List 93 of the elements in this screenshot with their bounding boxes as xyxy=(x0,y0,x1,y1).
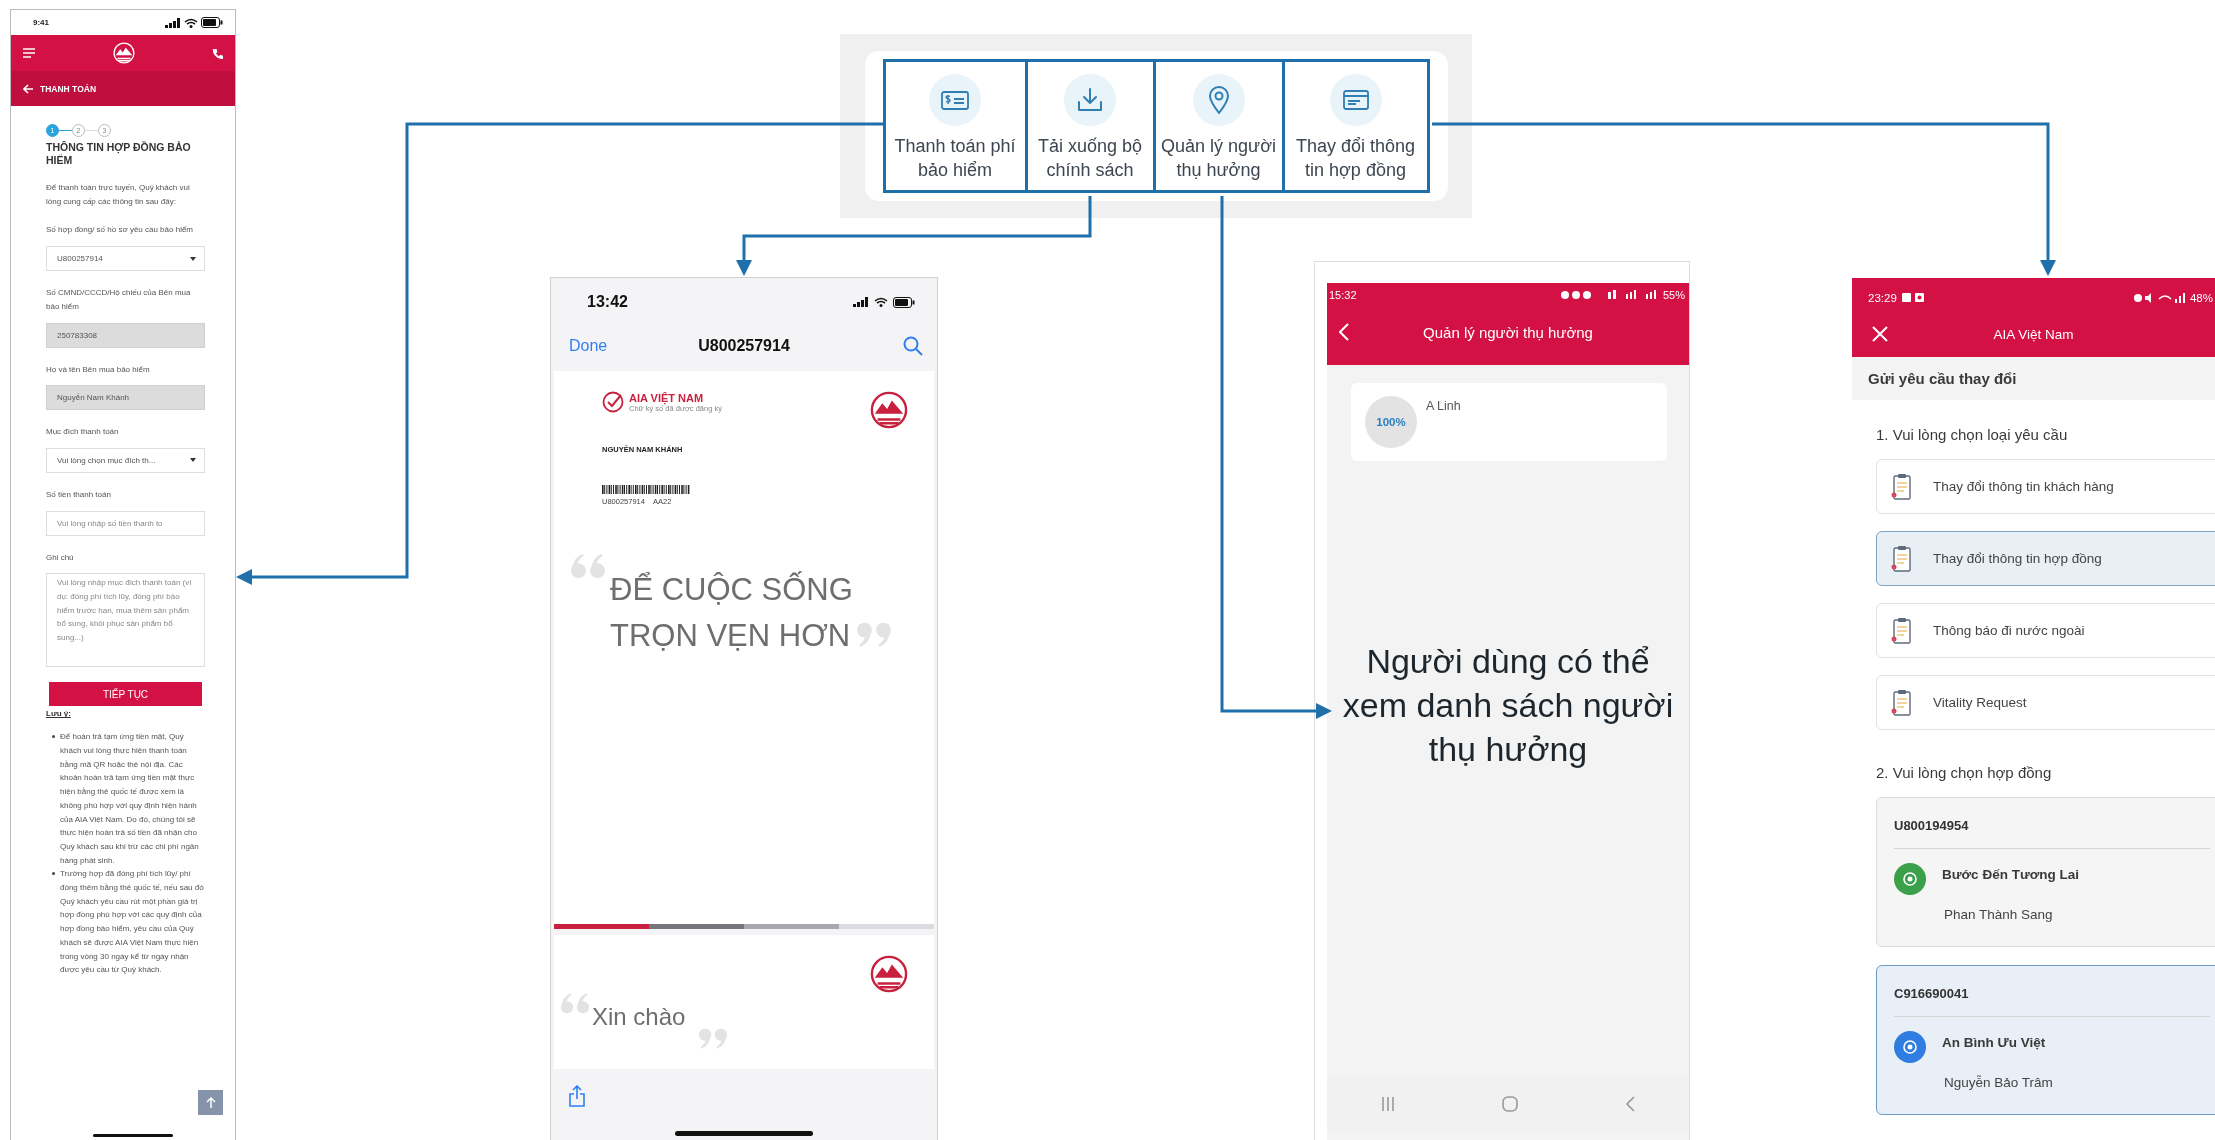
download-icon xyxy=(1077,88,1103,112)
battery-icon xyxy=(893,296,915,308)
bill-icon xyxy=(941,89,969,111)
brand-name: AIA VIỆT NAM xyxy=(629,391,705,404)
status-time: 13:42 xyxy=(587,293,628,311)
contract-number: U800194954 xyxy=(1894,817,1970,835)
field-label: Họ và tên Bên mua bảo hiểm xyxy=(46,363,151,376)
home-icon[interactable] xyxy=(1502,1096,1518,1112)
note-text: Để hoàn trả tạm ứng tiền mặt, Quý khách vui lòng thực hiện thanh toán bằng mã QR hoặc thẻ nội địa. Các khoản hoàn trả tạm ứng tiền mặt thực hiện bằng thẻ quốc tế được xem là không phù hợp với quy định hiện hành của AIA Việt Nam. Do đó, chúng tôi sẽ thực hiện hoàn trả số tiền đã nhận cho Quý khách sau khi trừ các chi phí ngân hàng phát sinh. xyxy=(60,731,200,867)
phone-icon[interactable] xyxy=(212,47,223,59)
screen-title: Quản lý người thụ hưởng xyxy=(1423,323,1593,341)
scroll-top-button[interactable] xyxy=(198,1090,223,1115)
bullet-icon xyxy=(52,872,55,876)
beneficiary-name: A Linh xyxy=(1426,399,1461,413)
product-name: An Bình Ưu Việt xyxy=(1942,1034,2046,1050)
logo-icon xyxy=(870,391,908,429)
note-text: Trường hợp đã đóng phí tích lũy/ phí đóng thêm bằng thẻ quốc tế, nếu sau đó Quý khách yêu cầu rút một phần giá trị hợp đồng phù hợp với các quy định của hợp đồng bảo hiểm, yêu cầu của Quý khách sẽ được AIA Việt Nam thực hiện trong vòng 30 ngày kể từ ngày nhận được yêu cầu từ Quý khách. xyxy=(60,868,205,977)
check-circle-icon xyxy=(602,391,624,413)
step-prompt: 2. Vui lòng chọn hợp đồng xyxy=(1876,764,2053,781)
page-title: THANH TOÁN xyxy=(40,83,97,94)
signal-icon xyxy=(853,297,869,307)
quote-mark-icon xyxy=(856,621,892,650)
step-prompt: 1. Vui lòng chọn loại yêu cầu xyxy=(1876,426,2069,443)
signal-icon xyxy=(165,17,181,28)
menu-icon[interactable] xyxy=(23,48,35,58)
field-label: Ghi chú xyxy=(46,551,75,564)
contract-number: C916690041 xyxy=(1894,985,1970,1003)
field-label: Mục đích thanh toán xyxy=(46,426,120,439)
barcode-icon xyxy=(602,485,692,494)
quote-mark-icon xyxy=(560,991,590,1015)
share-badge: 100% xyxy=(1365,396,1417,448)
quote-mark-icon xyxy=(570,551,606,580)
screen-title: AIA Việt Nam xyxy=(1993,326,2074,342)
wifi-icon xyxy=(874,297,888,307)
note-title: Lưu ý: xyxy=(46,709,71,719)
contract-card[interactable]: C916690041 An Bình Ưu Việt Nguyễn Bảo Trâm xyxy=(1876,965,2215,1115)
request-option[interactable]: Thay đổi thông tin hợp đồng xyxy=(1876,531,2215,586)
clipboard-icon xyxy=(1891,688,1913,717)
dropdown-field[interactable]: U800257914 xyxy=(46,246,205,272)
logo-icon xyxy=(112,42,135,64)
battery-level: 55% xyxy=(1662,289,1685,301)
quote-mark-icon xyxy=(698,1027,728,1051)
clipboard-icon xyxy=(1891,472,1913,501)
readonly-field: Nguyễn Nam Khánh xyxy=(46,385,205,411)
readonly-field: 250783308 xyxy=(46,322,205,348)
done-button[interactable]: Done xyxy=(569,336,608,355)
beneficiary-card[interactable]: 100% A Linh xyxy=(1351,383,1667,461)
headline-text: ĐỂ CUỘC SỐNG TRỌN VẸN HƠN xyxy=(610,570,853,655)
request-option[interactable]: Vitality Request xyxy=(1876,675,2215,730)
status-time: 15:32 xyxy=(1329,289,1357,301)
textarea-field[interactable]: Vui lòng nhập mục đích thanh toán (ví dụ: đóng phí tích lũy, đóng phí bảo hiểm trước hạn, mua thêm sản phẩm bổ sung, khôi phục sản phẩm bổ sung...) xyxy=(46,573,205,668)
document-title: U800257914 xyxy=(698,336,790,354)
logo-icon xyxy=(870,955,908,993)
caret-icon xyxy=(190,256,196,261)
field-label: Số tiền thanh toán xyxy=(46,488,112,501)
battery-level: 48% xyxy=(2189,292,2213,304)
section-heading: Gửi yêu cầu thay đổi xyxy=(1852,357,2215,400)
wifi-icon xyxy=(184,17,198,28)
clipboard-icon xyxy=(1891,544,1913,573)
request-option[interactable]: Thông báo đi nước ngoài xyxy=(1876,603,2215,658)
status-time: 23:29 xyxy=(1868,292,1897,304)
product-name: Bước Đến Tương Lai xyxy=(1942,866,2079,882)
form-title: THÔNG TIN HỢP ĐỒNG BẢO HIỂM xyxy=(46,141,192,167)
emblem-icon xyxy=(1902,871,1918,887)
status-icons-drawing xyxy=(2132,293,2185,303)
owner-name: Phan Thành Sang xyxy=(1944,907,2054,922)
field-label: Số hợp đồng/ số hồ sơ yêu cầu bảo hiểm xyxy=(46,224,195,237)
emblem-icon xyxy=(1902,1039,1918,1055)
continue-button[interactable]: TIẾP TỤC xyxy=(49,682,202,707)
dropdown-field[interactable]: Vui lòng chọn mục đích th... xyxy=(46,447,205,473)
owner-name: Nguyễn Bảo Trâm xyxy=(1944,1075,2054,1090)
location-pin-icon xyxy=(1207,86,1230,114)
clipboard-icon xyxy=(1891,616,1913,645)
back-arrow-icon[interactable] xyxy=(23,83,34,94)
input-field[interactable]: Vui lòng nhập số tiền thanh to xyxy=(46,510,205,536)
caret-icon xyxy=(190,458,196,463)
card-icon xyxy=(1342,90,1369,110)
up-arrow-icon xyxy=(205,1097,216,1108)
bullet-icon xyxy=(52,735,55,739)
share-icon[interactable] xyxy=(569,1085,585,1107)
annotation-text: Người dùng có thể xem danh sách người thụ hưởng xyxy=(1341,640,1675,770)
battery-icon xyxy=(201,17,223,28)
request-option[interactable]: Thay đổi thông tin khách hàng xyxy=(1876,459,2215,514)
close-icon[interactable] xyxy=(1872,326,1888,342)
recent-apps-icon[interactable] xyxy=(1380,1096,1395,1112)
back-icon[interactable] xyxy=(1625,1096,1636,1112)
search-icon[interactable] xyxy=(903,335,923,356)
status-time: 9:41 xyxy=(33,18,49,27)
greeting-text: Xin chào xyxy=(592,1003,686,1031)
field-label: Số CMND/CCCD/Hộ chiếu của Bên mua bảo hiểm xyxy=(46,287,192,313)
intro-text: Để thanh toán trực tuyến, Quý khách vui lòng cung cấp các thông tin sau đây: xyxy=(46,182,191,208)
notification-icons-drawing xyxy=(1901,293,1924,303)
contract-card[interactable]: U800194954 Bước Đến Tương Lai Phan Thành Sang xyxy=(1876,797,2215,947)
